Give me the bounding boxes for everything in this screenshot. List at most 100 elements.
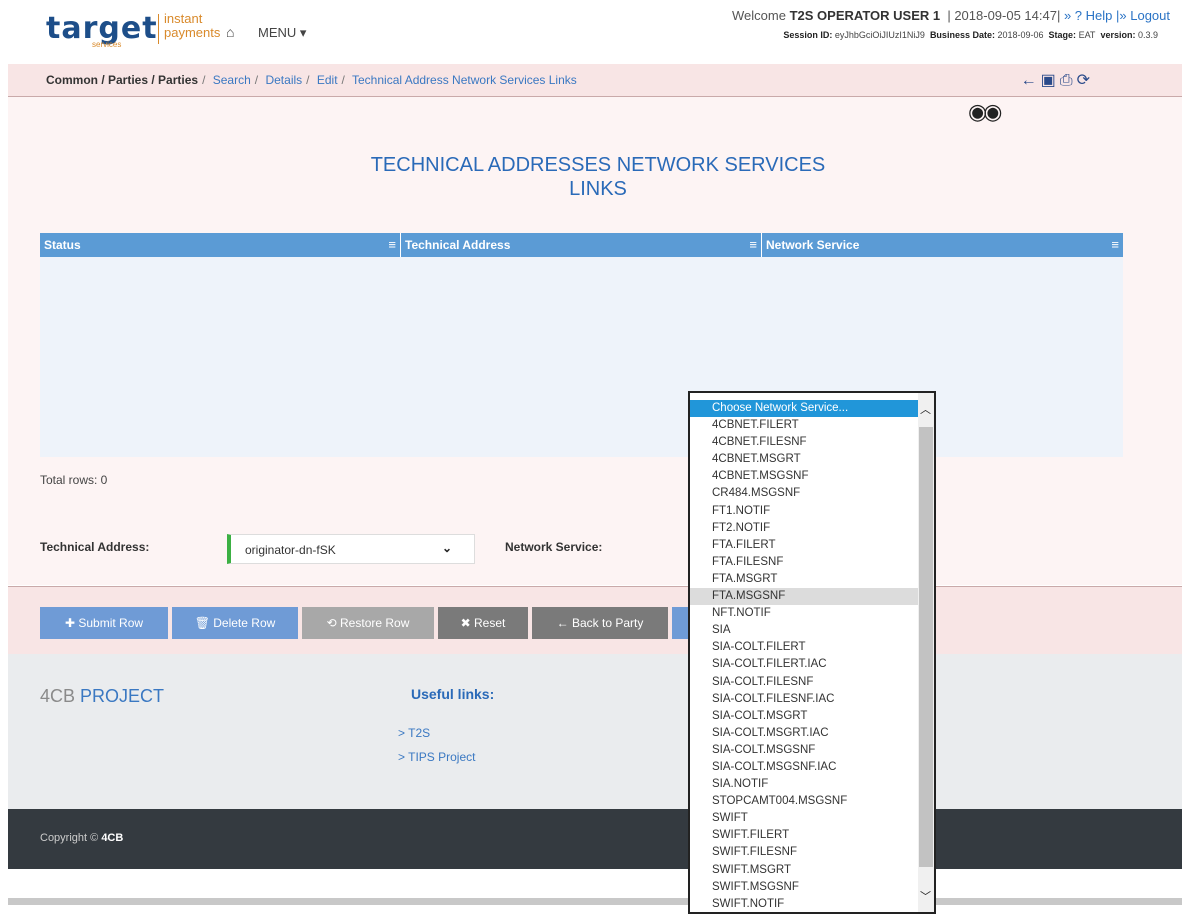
dropdown-option[interactable]: SWIFT.NOTIF — [690, 896, 918, 912]
caret-down-icon: ▾ — [299, 25, 307, 40]
refresh-icon[interactable]: ⟳ — [1077, 72, 1094, 89]
top-header: target services instant payments ⌂ MENU … — [8, 0, 1182, 65]
technical-address-select[interactable]: originator-dn-fSK ⌄ — [227, 534, 475, 564]
dropdown-option[interactable]: STOPCAMT004.MSGSNF — [690, 793, 918, 810]
menu-label: MENU — [258, 25, 297, 40]
dropdown-option[interactable]: SIA-COLT.FILERT — [690, 639, 918, 656]
column-network-service[interactable]: Network Service ≡ — [762, 233, 1123, 257]
help-link[interactable]: » ? Help — [1064, 8, 1112, 23]
column-technical-address-label: Technical Address — [405, 238, 511, 252]
dropdown-option[interactable]: SIA-COLT.MSGRT.IAC — [690, 725, 918, 742]
business-date: 2018-09-06 — [997, 30, 1044, 40]
copyright-prefix: Copyright © — [40, 832, 99, 844]
dropdown-option[interactable]: 4CBNET.FILERT — [690, 417, 918, 434]
breadcrumb-root[interactable]: Common / Parties / Parties — [46, 73, 198, 87]
copyright-owner: 4CB — [101, 832, 124, 844]
logo-separator — [158, 14, 159, 44]
dropdown-option[interactable]: CR484.MSGSNF — [690, 485, 918, 502]
dropdown-option[interactable]: NFT.NOTIF — [690, 605, 918, 622]
session-id: eyJhbGciOiJIUzI1NiJ9 — [834, 30, 925, 40]
scroll-thumb[interactable] — [919, 427, 933, 867]
submit-row-button[interactable]: ✚ Submit Row — [40, 607, 168, 639]
session-datetime: | 2018-09-05 14:47| — [947, 8, 1061, 23]
reset-button[interactable]: ✖ Reset — [438, 607, 528, 639]
session-id-label: Session ID: — [783, 30, 833, 40]
scroll-up-icon[interactable]: ︿ — [920, 401, 931, 417]
welcome-line: Welcome T2S OPERATOR USER 1 | 2018-09-05… — [732, 8, 1170, 23]
network-service-label: Network Service: — [505, 540, 603, 554]
network-service-options: Choose Network Service... 4CBNET.FILERT 4C… — [690, 400, 918, 912]
stage: EAT — [1078, 30, 1096, 40]
scroll-down-icon[interactable]: ﹀ — [920, 888, 931, 904]
dropdown-scrollbar[interactable]: ︿ ﹀ — [918, 393, 934, 912]
breadcrumb-search[interactable]: Search — [213, 73, 251, 87]
dropdown-option[interactable]: SWIFT.MSGSNF — [690, 879, 918, 896]
network-service-dropdown[interactable]: Choose Network Service... 4CBNET.FILERT 4C… — [688, 391, 936, 914]
breadcrumb-edit[interactable]: Edit — [317, 73, 338, 87]
home-icon[interactable]: ⌂ — [226, 24, 234, 40]
action-bar: ✚ Submit Row 🗑 Delete Row ⟲ Restore Row … — [8, 586, 1182, 655]
dropdown-option[interactable]: FTA.FILERT — [690, 537, 918, 554]
logout-link[interactable]: |» Logout — [1116, 8, 1170, 23]
dropdown-option[interactable]: SIA-COLT.FILERT.IAC — [690, 656, 918, 673]
save-icon[interactable]: ▣ — [1041, 72, 1060, 89]
dropdown-option[interactable]: SIA — [690, 622, 918, 639]
footer-link-tips[interactable]: > TIPS Project — [398, 750, 475, 764]
dropdown-option[interactable]: 4CBNET.MSGRT — [690, 451, 918, 468]
project-title-b: PROJECT — [80, 686, 165, 706]
dropdown-option[interactable]: FT2.NOTIF — [690, 520, 918, 537]
copyright: Copyright © 4CB — [40, 832, 123, 844]
version: 0.3.9 — [1137, 30, 1158, 40]
technical-address-label: Technical Address: — [40, 540, 150, 554]
page-title-line2: LINKS — [569, 178, 627, 200]
dropdown-option[interactable]: FT1.NOTIF — [690, 503, 918, 520]
project-title: 4CB PROJECT — [40, 686, 164, 707]
dropdown-option[interactable]: FTA.MSGSNF — [690, 588, 918, 606]
back-to-party-button[interactable]: ← Back to Party — [532, 607, 668, 639]
column-menu-icon[interactable]: ≡ — [749, 233, 757, 257]
app-frame: target services instant payments ⌂ MENU … — [8, 0, 1182, 905]
business-date-label: Business Date: — [929, 30, 995, 40]
menu-toggle[interactable]: MENU ▾ — [258, 25, 306, 41]
dropdown-option[interactable]: SIA-COLT.MSGSNF.IAC — [690, 759, 918, 776]
footer-link-t2s[interactable]: > T2S — [398, 726, 430, 740]
logo-tagline-line2: payments — [164, 25, 221, 40]
dropdown-option[interactable]: FTA.FILESNF — [690, 554, 918, 571]
breadcrumb-current[interactable]: Technical Address Network Services Links — [352, 73, 577, 87]
grid-header: Status ≡ Technical Address ≡ Network Ser… — [40, 233, 1123, 257]
column-status-label: Status — [44, 238, 81, 252]
bottom-strip — [8, 898, 1182, 905]
dropdown-option[interactable]: FTA.MSGRT — [690, 571, 918, 588]
restore-row-button[interactable]: ⟲ Restore Row — [302, 607, 434, 639]
dropdown-option[interactable]: SWIFT.FILERT — [690, 827, 918, 844]
column-menu-icon[interactable]: ≡ — [1111, 233, 1119, 257]
dropdown-option[interactable]: SIA.NOTIF — [690, 776, 918, 793]
eye-icon[interactable]: ◉◉ — [968, 99, 1002, 125]
dropdown-option[interactable]: SWIFT — [690, 810, 918, 827]
technical-address-value: originator-dn-fSK — [245, 543, 336, 557]
column-status[interactable]: Status ≡ — [40, 233, 401, 257]
breadcrumb-details[interactable]: Details — [265, 73, 302, 87]
dropdown-option[interactable]: SIA-COLT.MSGSNF — [690, 742, 918, 759]
column-technical-address[interactable]: Technical Address ≡ — [401, 233, 762, 257]
dropdown-option[interactable]: SWIFT.FILESNF — [690, 844, 918, 861]
footer: 4CB PROJECT Useful links: > T2S > TIPS P… — [8, 654, 1182, 809]
logo-tagline-line1: instant — [164, 11, 203, 26]
delete-row-button[interactable]: 🗑 Delete Row — [172, 607, 298, 639]
dropdown-option[interactable]: SIA-COLT.FILESNF — [690, 674, 918, 691]
stage-label: Stage: — [1048, 30, 1077, 40]
grid-body — [40, 257, 1123, 457]
dropdown-option[interactable]: SIA-COLT.MSGRT — [690, 708, 918, 725]
session-info: Session ID: eyJhbGciOiJIUzI1NiJ9 Busines… — [783, 30, 1158, 40]
welcome-prefix: Welcome — [732, 8, 786, 23]
dropdown-option[interactable]: Choose Network Service... — [690, 400, 918, 418]
dropdown-option[interactable]: SWIFT.MSGRT — [690, 862, 918, 879]
user-name: T2S OPERATOR USER 1 — [789, 8, 941, 23]
dropdown-option[interactable]: 4CBNET.FILESNF — [690, 434, 918, 451]
column-menu-icon[interactable]: ≡ — [388, 233, 396, 257]
back-arrow-icon[interactable]: ← — [1021, 72, 1041, 89]
page-title-line1: TECHNICAL ADDRESSES NETWORK SERVICES — [370, 154, 826, 176]
dropdown-option[interactable]: 4CBNET.MSGSNF — [690, 468, 918, 485]
dropdown-option[interactable]: SIA-COLT.FILESNF.IAC — [690, 691, 918, 708]
print-icon[interactable]: ⎙ — [1060, 72, 1077, 89]
